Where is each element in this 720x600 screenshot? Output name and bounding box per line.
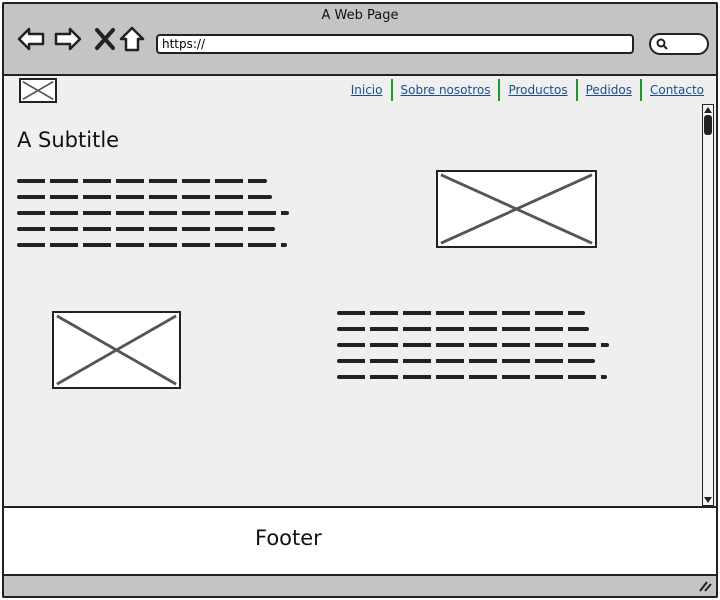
url-input[interactable]: https:// bbox=[156, 34, 634, 54]
home-button[interactable] bbox=[117, 24, 147, 54]
browser-window: A Web Page https:// Inicio Sobre nosotro… bbox=[2, 2, 718, 598]
search-field[interactable] bbox=[649, 33, 709, 55]
page-viewport: Inicio Sobre nosotros Productos Pedidos … bbox=[4, 74, 716, 508]
search-icon bbox=[656, 38, 668, 50]
back-button[interactable] bbox=[16, 24, 46, 54]
stop-button[interactable] bbox=[90, 24, 120, 54]
image-placeholder-1 bbox=[436, 170, 597, 248]
scrollbar-thumb[interactable] bbox=[704, 115, 712, 135]
window-title: A Web Page bbox=[321, 8, 399, 23]
top-nav: Inicio Sobre nosotros Productos Pedidos … bbox=[343, 78, 706, 102]
text-block-1 bbox=[17, 179, 289, 259]
close-icon bbox=[95, 28, 115, 50]
arrow-right-icon bbox=[54, 27, 82, 51]
text-block-2 bbox=[337, 311, 609, 391]
nav-link-contacto[interactable]: Contacto bbox=[642, 79, 706, 101]
title-bar: A Web Page https:// bbox=[4, 4, 716, 74]
resize-grip-icon[interactable] bbox=[698, 580, 712, 592]
image-placeholder-2 bbox=[52, 311, 181, 389]
nav-link-productos[interactable]: Productos bbox=[500, 79, 578, 101]
scroll-down-icon[interactable] bbox=[704, 496, 712, 504]
nav-link-sobre-nosotros[interactable]: Sobre nosotros bbox=[393, 79, 501, 101]
page-footer: Footer bbox=[4, 508, 716, 574]
arrow-left-icon bbox=[17, 27, 45, 51]
status-bar bbox=[4, 574, 716, 596]
vertical-scrollbar[interactable] bbox=[702, 104, 714, 506]
scroll-up-icon[interactable] bbox=[704, 106, 712, 114]
nav-link-pedidos[interactable]: Pedidos bbox=[578, 79, 642, 101]
logo-image bbox=[19, 78, 57, 103]
page-subtitle: A Subtitle bbox=[17, 128, 120, 152]
nav-link-inicio[interactable]: Inicio bbox=[343, 79, 393, 101]
forward-button[interactable] bbox=[53, 24, 83, 54]
home-icon bbox=[119, 26, 145, 52]
footer-label: Footer bbox=[255, 526, 322, 550]
